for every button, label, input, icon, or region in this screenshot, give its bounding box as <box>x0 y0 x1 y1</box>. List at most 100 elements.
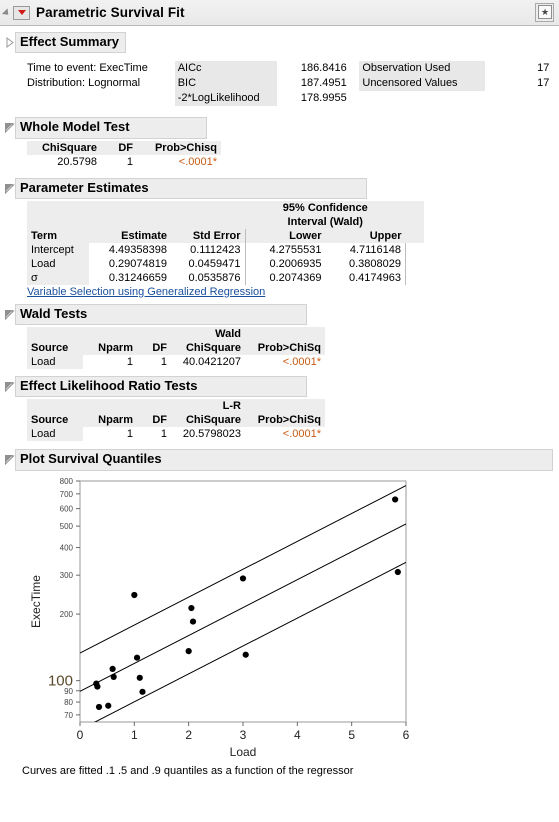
svg-text:500: 500 <box>60 522 74 531</box>
page-title: Parametric Survival Fit <box>36 5 185 20</box>
wald-tests-table-wrap: Wald Source Nparm DF ChiSquare Prob>ChiS… <box>0 327 559 369</box>
parameter-estimates-title: Parameter Estimates <box>15 177 367 199</box>
bic-value: 187.4951 <box>300 77 347 90</box>
col-estimate: Estimate <box>89 228 171 243</box>
section-effect-summary[interactable]: Effect Summary <box>0 32 559 54</box>
disclosure-triangle-root[interactable] <box>1 7 12 18</box>
wald-group-header: Wald <box>171 327 245 341</box>
red-triangle-icon <box>17 10 26 15</box>
section-wald-tests[interactable]: Wald Tests <box>0 303 559 325</box>
cell-estimate: 0.29074819 <box>108 257 167 270</box>
spacer <box>405 214 424 229</box>
loglikelihood-label: -2*LogLikelihood <box>174 91 277 107</box>
plot-section-title: Plot Survival Quantiles <box>15 449 553 471</box>
col-source: Source <box>27 341 83 355</box>
effect-summary-title: Effect Summary <box>15 32 126 54</box>
disclosure-triangle-expanded-icon[interactable] <box>4 122 15 134</box>
cell-upper: 0.3808029 <box>349 257 401 270</box>
spacer <box>405 270 424 285</box>
window-title-bar: Parametric Survival Fit ★ <box>0 0 559 26</box>
aicc-value: 186.8416 <box>300 62 347 75</box>
svg-text:600: 600 <box>60 504 74 513</box>
svg-text:0: 0 <box>77 728 84 742</box>
col-df: DF <box>101 140 137 155</box>
col-prob: Prob>ChiSq <box>245 413 325 428</box>
col-prob: Prob>Chisq <box>137 140 221 155</box>
spacer <box>83 399 137 414</box>
col-std-error: Std Error <box>171 228 245 243</box>
parameter-estimates-table-wrap: 95% Confidence Interval (Wald) Term Esti… <box>0 200 559 285</box>
cell-term: Load <box>27 256 89 271</box>
fit-stat-row: AICc 186.8416 <box>174 61 360 77</box>
red-triangle-menu-button[interactable] <box>13 5 30 20</box>
disclosure-triangle-expanded-icon[interactable] <box>4 454 15 466</box>
spacer <box>405 242 424 257</box>
disclosure-triangle-expanded-icon[interactable] <box>4 309 15 320</box>
plot-footnote: Curves are fitted .1 .5 and .9 quantiles… <box>22 764 354 777</box>
variable-selection-link[interactable]: Variable Selection using Generalized Reg… <box>0 286 559 298</box>
cell-nparm: 1 <box>126 356 133 368</box>
svg-text:6: 6 <box>403 728 410 742</box>
table-group-header-row: Wald <box>27 327 325 341</box>
spacer <box>137 399 171 414</box>
bic-label: BIC <box>174 76 277 92</box>
cell-term: Intercept <box>27 242 89 257</box>
time-to-event-label: Time to event: ExecTime <box>27 62 148 75</box>
ci-group-header: 95% Confidence <box>245 200 406 215</box>
whole-model-test-table: ChiSquare DF Prob>Chisq 20.5798 1 <.0001… <box>27 140 221 169</box>
col-term: Term <box>27 228 89 243</box>
table-group-header-row: L-R <box>27 399 325 414</box>
fit-stat-row: -2*LogLikelihood 178.9955 <box>174 91 360 107</box>
cell-lower: 0.2006935 <box>244 256 326 271</box>
effect-lr-tests-title: Effect Likelihood Ratio Tests <box>15 376 307 398</box>
observation-used-label: Observation Used <box>359 61 486 77</box>
section-plot-survival-quantiles[interactable]: Plot Survival Quantiles <box>0 449 559 471</box>
section-parameter-estimates[interactable]: Parameter Estimates <box>0 177 559 199</box>
window-pin-icon[interactable]: ★ <box>535 3 554 22</box>
disclosure-triangle-expanded-icon[interactable] <box>4 183 15 194</box>
svg-text:ExecTime: ExecTime <box>29 574 43 627</box>
fit-summary: Time to event: ExecTime Distribution: Lo… <box>0 61 559 107</box>
effect-lr-tests-table: L-R Source Nparm DF ChiSquare Prob>ChiSq… <box>27 399 325 442</box>
spacer <box>405 228 424 243</box>
effect-lr-tests-table-wrap: L-R Source Nparm DF ChiSquare Prob>ChiSq… <box>0 399 559 442</box>
svg-text:100: 100 <box>48 672 73 689</box>
table-group-header-row2: Interval (Wald) <box>27 214 424 229</box>
disclosure-triangle-expanded-icon[interactable] <box>4 381 15 393</box>
svg-text:400: 400 <box>60 543 74 552</box>
cell-prob: <.0001* <box>282 428 321 441</box>
cell-source: Load <box>27 427 83 442</box>
cell-df: 1 <box>160 428 167 441</box>
parameter-estimates-table: 95% Confidence Interval (Wald) Term Esti… <box>27 200 424 285</box>
table-header-row: Source Nparm DF ChiSquare Prob>ChiSq <box>27 413 325 428</box>
table-header-row: Term Estimate Std Error Lower Upper <box>27 228 424 243</box>
whole-model-test-title: Whole Model Test <box>15 117 207 139</box>
svg-text:4: 4 <box>294 728 301 742</box>
observation-counts: Observation Used 17 Uncensored Values 17 <box>359 61 559 106</box>
table-group-header-row: 95% Confidence <box>27 200 424 215</box>
col-chisquare: ChiSquare <box>171 341 245 355</box>
pin-glyph: ★ <box>538 5 552 19</box>
col-df: DF <box>137 341 171 355</box>
cell-chisquare: 20.5798023 <box>182 428 241 441</box>
disclosure-triangle-collapsed-icon[interactable] <box>4 37 15 49</box>
section-whole-model-test[interactable]: Whole Model Test <box>0 117 559 139</box>
spacer <box>245 399 325 414</box>
wald-tests-table: Wald Source Nparm DF ChiSquare Prob>ChiS… <box>27 327 325 369</box>
report-content: Effect Summary Time to event: ExecTime D… <box>0 32 559 777</box>
cell-upper: 0.4174963 <box>349 271 401 284</box>
cell-prob: <.0001* <box>282 356 321 368</box>
svg-text:700: 700 <box>60 489 74 498</box>
table-row: 20.5798 1 <.0001* <box>27 155 221 169</box>
col-nparm: Nparm <box>83 341 137 355</box>
spacer <box>27 200 89 215</box>
col-source: Source <box>27 413 83 428</box>
cell-lower: 4.2755531 <box>244 242 326 257</box>
spacer <box>405 200 424 215</box>
spacer <box>171 214 245 229</box>
whole-model-test-table-wrap: ChiSquare DF Prob>Chisq 20.5798 1 <.0001… <box>0 140 559 169</box>
section-effect-lr-tests[interactable]: Effect Likelihood Ratio Tests <box>0 376 559 398</box>
spacer <box>137 327 171 341</box>
observation-used-value: 17 <box>537 62 550 75</box>
count-row: Uncensored Values 17 <box>359 76 559 92</box>
